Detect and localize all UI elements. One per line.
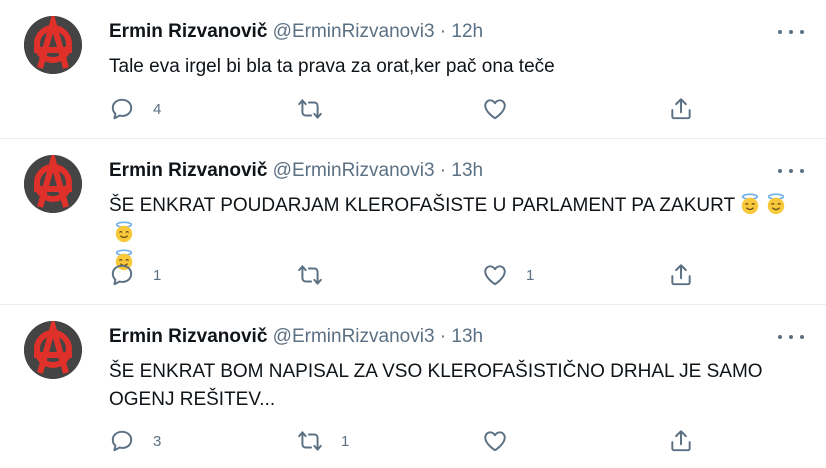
like-button[interactable]	[482, 426, 526, 456]
retweet-button[interactable]	[297, 260, 341, 290]
separator: ·	[439, 326, 447, 347]
heart-icon	[484, 265, 506, 286]
smiling-face-with-halo-icon	[767, 193, 785, 215]
tweet[interactable]: Ermin Rizvanovič @ErminRizvanovi3 · 13h …	[0, 139, 826, 305]
timestamp[interactable]: 13h	[451, 326, 483, 347]
smiling-face-with-halo-icon	[741, 193, 759, 215]
timestamp[interactable]: 12h	[451, 21, 483, 42]
anarchy-symbol-avatar	[24, 16, 82, 74]
smiling-face-with-halo-icon	[115, 221, 133, 243]
share-icon	[671, 430, 691, 452]
tweet-text: ŠE ENKRAT BOM NAPISAL ZA VSO KLEROFAŠIST…	[109, 358, 769, 414]
share-icon	[671, 264, 691, 286]
separator: ·	[439, 160, 447, 181]
anarchy-symbol-avatar	[24, 155, 82, 213]
tweet-text-content: ŠE ENKRAT BOM NAPISAL ZA VSO KLEROFAŠIST…	[109, 361, 763, 410]
more-icon[interactable]	[778, 327, 804, 347]
heart-icon	[484, 99, 506, 120]
share-button[interactable]	[668, 260, 694, 290]
tweet[interactable]: Ermin Rizvanovič @ErminRizvanovi3 · 13h …	[0, 305, 826, 468]
reply-icon	[111, 98, 133, 120]
reply-count: 4	[153, 100, 162, 118]
like-count: 1	[526, 266, 535, 284]
heart-icon	[484, 431, 506, 452]
timestamp[interactable]: 13h	[451, 160, 483, 181]
tweet-header: Ermin Rizvanovič @ErminRizvanovi3 · 12h	[109, 20, 483, 44]
like-button[interactable]: 1	[482, 260, 534, 290]
tweet-actions: 3 1	[109, 426, 709, 456]
more-icon[interactable]	[778, 161, 804, 181]
reply-count: 3	[153, 432, 162, 450]
reply-icon	[111, 264, 133, 286]
retweet-count: 1	[341, 432, 350, 450]
reply-count: 1	[153, 266, 162, 284]
tweet[interactable]: Ermin Rizvanovič @ErminRizvanovi3 · 12h …	[0, 0, 826, 139]
retweet-icon	[298, 99, 322, 119]
avatar[interactable]	[24, 321, 82, 379]
retweet-button[interactable]: 1	[297, 426, 349, 456]
separator: ·	[439, 21, 447, 42]
tweet-actions: 4	[109, 94, 709, 124]
tweet-actions: 1 1	[109, 260, 709, 290]
retweet-icon	[298, 265, 322, 285]
tweet-header: Ermin Rizvanovič @ErminRizvanovi3 · 13h	[109, 325, 483, 349]
avatar[interactable]	[24, 16, 82, 74]
anarchy-symbol-avatar	[24, 321, 82, 379]
tweet-text-content: ŠE ENKRAT POUDARJAM KLEROFAŠISTE U PARLA…	[109, 195, 736, 216]
like-button[interactable]	[482, 94, 526, 124]
reply-button[interactable]: 3	[109, 426, 161, 456]
avatar[interactable]	[24, 155, 82, 213]
more-icon[interactable]	[778, 22, 804, 42]
share-button[interactable]	[668, 94, 694, 124]
display-name[interactable]: Ermin Rizvanovič	[109, 21, 267, 42]
reply-button[interactable]: 4	[109, 94, 161, 124]
retweet-icon	[298, 431, 322, 451]
tweet-text-content: Tale eva irgel bi bla ta prava za orat,k…	[109, 56, 555, 77]
reply-button[interactable]: 1	[109, 260, 161, 290]
tweet-header: Ermin Rizvanovič @ErminRizvanovi3 · 13h	[109, 159, 483, 183]
share-button[interactable]	[668, 426, 694, 456]
user-handle[interactable]: @ErminRizvanovi3	[273, 21, 435, 42]
retweet-button[interactable]	[297, 94, 341, 124]
display-name[interactable]: Ermin Rizvanovič	[109, 160, 267, 181]
user-handle[interactable]: @ErminRizvanovi3	[273, 326, 435, 347]
user-handle[interactable]: @ErminRizvanovi3	[273, 160, 435, 181]
reply-icon	[111, 430, 133, 452]
display-name[interactable]: Ermin Rizvanovič	[109, 326, 267, 347]
tweet-text: Tale eva irgel bi bla ta prava za orat,k…	[109, 53, 809, 81]
share-icon	[671, 98, 691, 120]
